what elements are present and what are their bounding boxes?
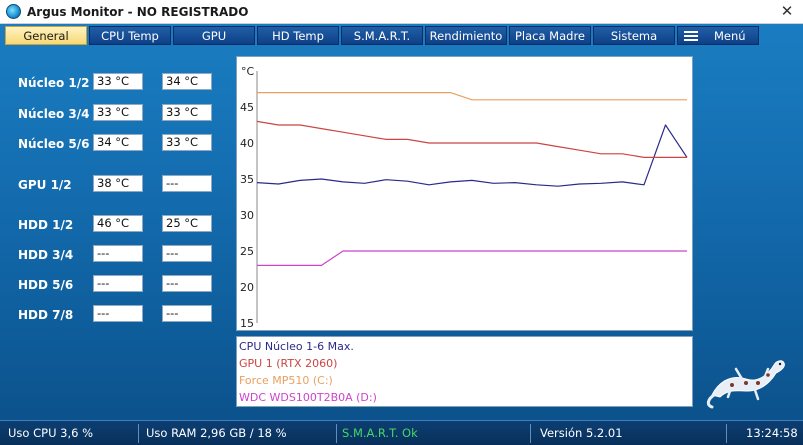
- sensor-label: HDD 1/2: [18, 218, 74, 232]
- legend-item-cpu: CPU Núcleo 1-6 Max.: [239, 340, 354, 353]
- sensor-value: 34 °C: [93, 134, 143, 151]
- status-divider: [530, 424, 531, 443]
- sensor-value: ---: [162, 275, 212, 292]
- temperature-chart: °C 15 20 25 30 35 40 45: [236, 56, 693, 331]
- sensor-label: Núcleo 1/2: [18, 76, 90, 90]
- status-divider: [336, 424, 337, 443]
- series-line-0: [256, 124, 688, 187]
- y-tick-label: 20: [240, 281, 254, 294]
- tab-smart[interactable]: S.M.A.R.T.: [341, 26, 423, 45]
- legend-item-gpu: GPU 1 (RTX 2060): [239, 357, 338, 370]
- sensor-label: HDD 7/8: [18, 308, 74, 322]
- tab-rendimiento[interactable]: Rendimiento: [425, 26, 507, 45]
- smart-status: S.M.A.R.T. Ok: [342, 426, 418, 440]
- y-axis-unit: °C: [241, 65, 255, 78]
- sensor-value: 38 °C: [93, 175, 143, 192]
- hamburger-menu-icon: [684, 31, 698, 41]
- sensor-value: ---: [93, 245, 143, 262]
- status-divider: [138, 424, 139, 443]
- sensor-value: 25 °C: [162, 215, 212, 232]
- sensor-value: 33 °C: [162, 134, 212, 151]
- close-button[interactable]: ✕: [778, 3, 796, 21]
- sensor-label: HDD 3/4: [18, 248, 74, 262]
- chart-legend: CPU Núcleo 1-6 Max. GPU 1 (RTX 2060) For…: [236, 336, 693, 407]
- y-tick-label: 30: [240, 209, 254, 222]
- sensor-value: ---: [162, 175, 212, 192]
- sensor-value: ---: [93, 305, 143, 322]
- window-title: Argus Monitor - NO REGISTRADO: [27, 5, 249, 19]
- tab-general[interactable]: General: [5, 26, 87, 45]
- tab-menu-label: Menú: [714, 29, 746, 43]
- ram-usage: Uso RAM 2,96 GB / 18 %: [146, 426, 287, 440]
- status-bar: Uso CPU 3,6 % Uso RAM 2,96 GB / 18 % S.M…: [0, 420, 803, 445]
- status-divider: [726, 424, 727, 443]
- sensor-label: HDD 5/6: [18, 278, 74, 292]
- sensor-value: 34 °C: [162, 73, 212, 90]
- lizard-logo-icon: [706, 360, 785, 409]
- series-line-3: [257, 250, 687, 266]
- tab-placa-madre[interactable]: Placa Madre: [509, 26, 591, 45]
- app-icon: [6, 4, 21, 19]
- sensor-value: 33 °C: [93, 73, 143, 90]
- sensor-value: 46 °C: [93, 215, 143, 232]
- series-line-2: [257, 91, 687, 101]
- tab-sistema[interactable]: Sistema: [593, 26, 675, 45]
- sensor-value: ---: [162, 245, 212, 262]
- series-line-1: [256, 120, 687, 159]
- title-bar: Argus Monitor - NO REGISTRADO ✕: [0, 0, 803, 24]
- tab-hd-temp[interactable]: HD Temp: [257, 26, 339, 45]
- tab-gpu[interactable]: GPU: [173, 26, 255, 45]
- tab-menu[interactable]: Menú: [677, 26, 759, 45]
- clock: 13:24:58: [746, 426, 798, 440]
- sensor-label: GPU 1/2: [18, 178, 72, 192]
- y-tick-label: 15: [240, 317, 254, 330]
- main-window: Argus Monitor - NO REGISTRADO ✕ General …: [0, 0, 803, 445]
- y-tick-label: 45: [240, 101, 254, 114]
- sensor-label: Núcleo 5/6: [18, 137, 90, 151]
- legend-item-ssd-c: Force MP510 (C:): [239, 374, 333, 387]
- y-tick-label: 40: [240, 137, 254, 150]
- tab-bar: General CPU Temp GPU HD Temp S.M.A.R.T. …: [0, 26, 803, 46]
- app-version: Versión 5.2.01: [540, 426, 623, 440]
- chart-svg: °C 15 20 25 30 35 40 45: [240, 65, 688, 330]
- tab-cpu-temp[interactable]: CPU Temp: [89, 26, 171, 45]
- sensor-label: Núcleo 3/4: [18, 107, 90, 121]
- sensor-value: ---: [93, 275, 143, 292]
- y-tick-label: 35: [240, 173, 254, 186]
- legend-item-ssd-d: WDC WDS100T2B0A (D:): [239, 391, 377, 404]
- y-tick-label: 25: [240, 245, 254, 258]
- sensor-value: 33 °C: [162, 104, 212, 121]
- sensor-value: 33 °C: [93, 104, 143, 121]
- cpu-usage: Uso CPU 3,6 %: [8, 426, 94, 440]
- sensor-value: ---: [162, 305, 212, 322]
